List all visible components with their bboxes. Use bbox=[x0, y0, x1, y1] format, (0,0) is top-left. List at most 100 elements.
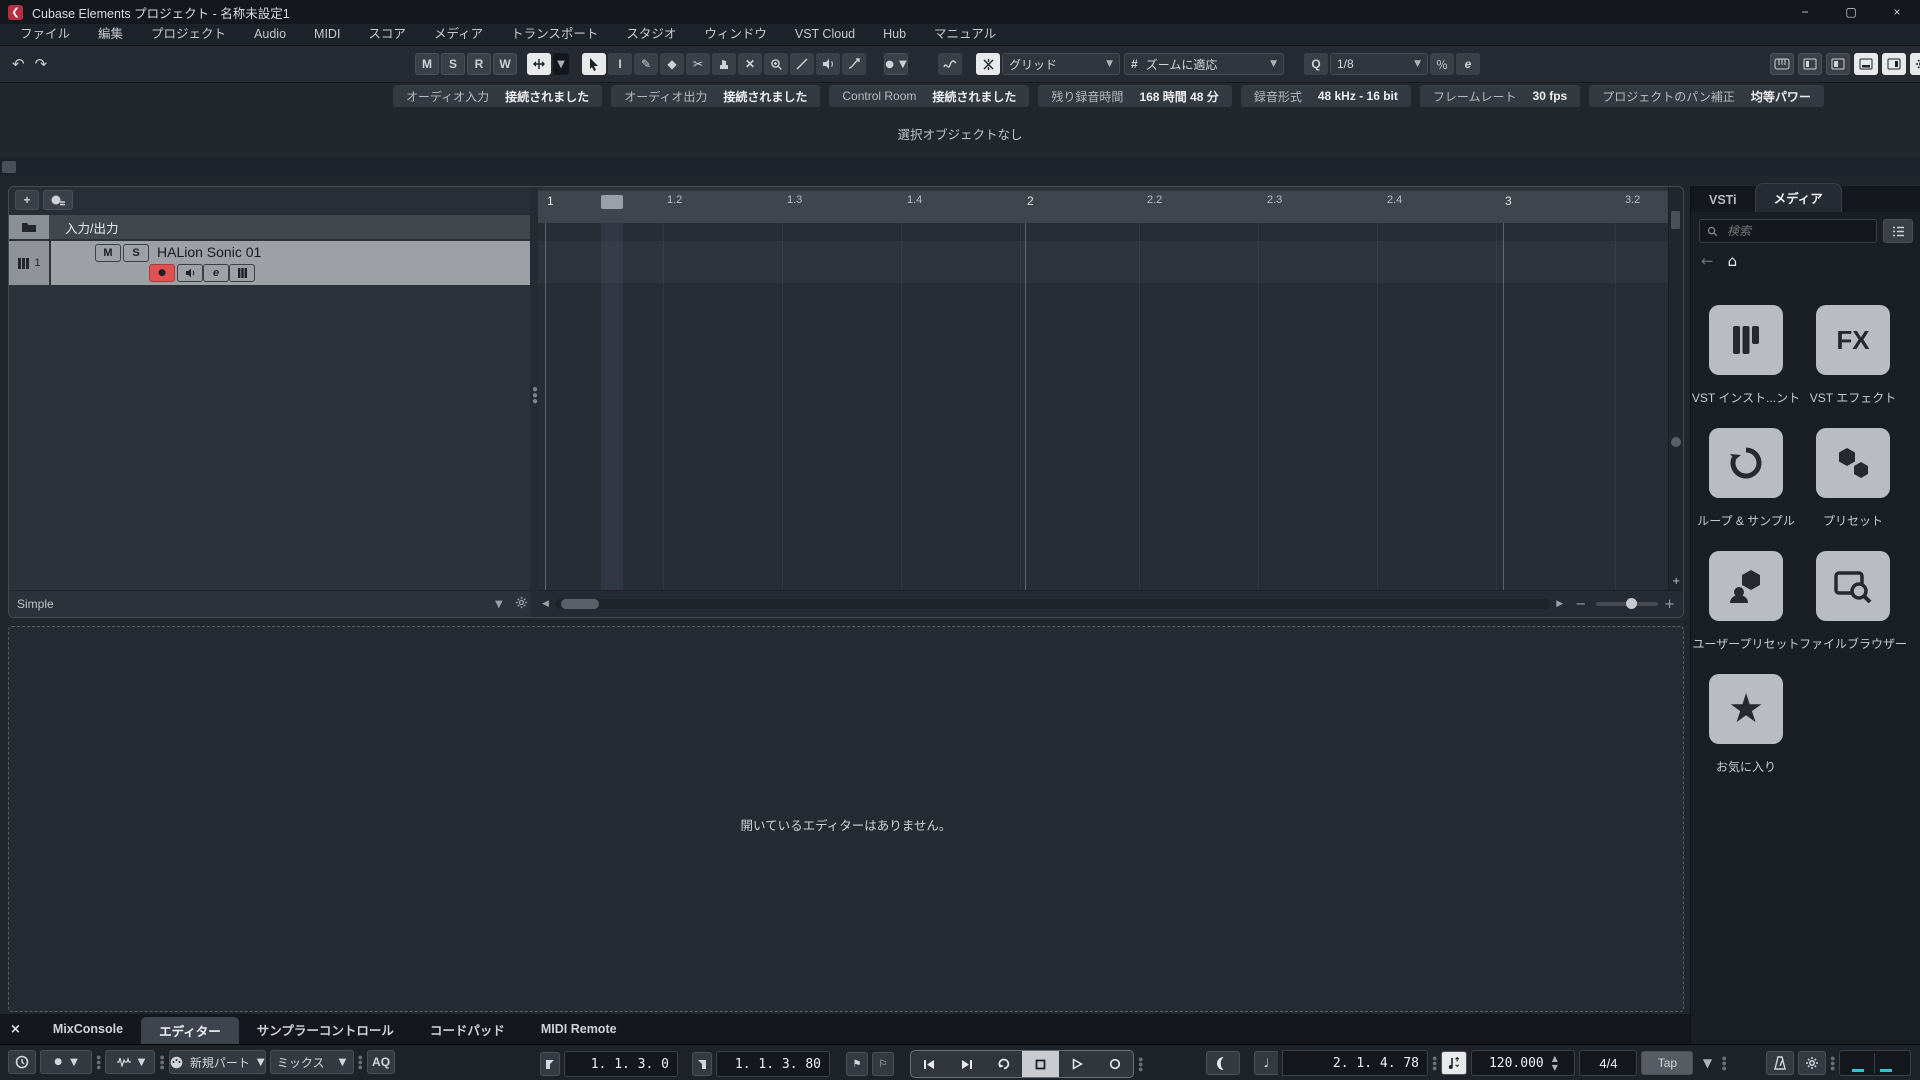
home-icon[interactable]: ⌂ bbox=[1728, 252, 1738, 270]
split-tool[interactable]: ✂ bbox=[686, 53, 710, 75]
scroll-left-icon[interactable]: ◀ bbox=[542, 599, 549, 609]
menu-hub[interactable]: Hub bbox=[869, 24, 920, 45]
track-solo-button[interactable]: S bbox=[123, 244, 149, 262]
monitor-button[interactable] bbox=[177, 264, 203, 282]
menu-audio[interactable]: Audio bbox=[240, 24, 300, 45]
menu-score[interactable]: スコア bbox=[354, 24, 420, 45]
iterative-quantize-icon[interactable]: ％ bbox=[1430, 53, 1454, 75]
media-search-input[interactable] bbox=[1725, 223, 1849, 239]
footer-caret-icon[interactable]: ▼ bbox=[495, 599, 503, 610]
primary-time-display[interactable]: 2. 1. 4. 78 bbox=[1282, 1050, 1428, 1076]
inspector-toggle-icon[interactable] bbox=[1826, 53, 1850, 75]
go-to-end-button[interactable] bbox=[948, 1051, 985, 1077]
menu-studio[interactable]: スタジオ bbox=[612, 24, 690, 45]
tab-media[interactable]: メディア bbox=[1754, 183, 1842, 212]
framerate-chip[interactable]: フレームレート 30 fps bbox=[1419, 85, 1581, 107]
draw-tool[interactable]: ✎ bbox=[634, 53, 658, 75]
quantize-panel-icon[interactable]: e bbox=[1456, 53, 1480, 75]
time-signature-field[interactable]: 4/4 bbox=[1579, 1050, 1638, 1076]
tab-vsti[interactable]: VSTi bbox=[1691, 189, 1755, 212]
constrain-delay-icon[interactable] bbox=[8, 1050, 36, 1074]
track-view-preset-label[interactable]: Simple bbox=[17, 597, 54, 611]
tempo-field[interactable]: 120.000 ▲ ▼ bbox=[1471, 1050, 1576, 1076]
left-locator-flag-icon[interactable] bbox=[540, 1052, 560, 1076]
left-zone-toggle-icon[interactable] bbox=[1798, 53, 1822, 75]
onscreen-keyboard-icon[interactable] bbox=[1770, 53, 1794, 75]
track-mute-button[interactable]: M bbox=[95, 244, 121, 262]
cycle-button[interactable] bbox=[985, 1051, 1022, 1077]
track-name[interactable]: HALion Sonic 01 bbox=[157, 244, 261, 260]
scroll-right-icon[interactable]: ▶ bbox=[1556, 599, 1563, 609]
tile-vst-instruments[interactable] bbox=[1709, 305, 1783, 375]
event-grid[interactable] bbox=[538, 223, 1669, 591]
timeline-ruler[interactable]: 1 1.2 1.3 1.4 2 2.2 2.3 2.4 3 3.2 bbox=[538, 191, 1669, 224]
vertical-scroll-handle[interactable] bbox=[1671, 211, 1680, 229]
transport-gear-icon[interactable] bbox=[1798, 1051, 1826, 1075]
record-mode-dropdown[interactable]: ● ▼ bbox=[40, 1050, 92, 1074]
project-cursor-handle[interactable] bbox=[601, 195, 623, 209]
mute-tool[interactable]: ✕ bbox=[738, 53, 762, 75]
play-tool[interactable] bbox=[816, 53, 840, 75]
menu-transport[interactable]: トランスポート bbox=[497, 24, 612, 45]
tempo-track-icon[interactable] bbox=[1441, 1051, 1468, 1075]
auto-quantize-button[interactable]: AQ bbox=[367, 1050, 396, 1074]
tile-presets[interactable] bbox=[1816, 428, 1890, 498]
primary-time-format-icon[interactable]: ♩ bbox=[1254, 1051, 1278, 1075]
right-zone-toggle-icon[interactable] bbox=[1882, 53, 1906, 75]
punch-out-icon[interactable]: ⚐ bbox=[872, 1052, 894, 1076]
write-automation-button[interactable]: W bbox=[493, 53, 517, 75]
close-button[interactable]: × bbox=[1874, 0, 1920, 24]
solo-all-button[interactable]: S bbox=[441, 53, 465, 75]
vertical-zoom-knob[interactable] bbox=[1671, 437, 1681, 447]
track-preset-button[interactable] bbox=[43, 190, 73, 210]
horizontal-scrollbar[interactable] bbox=[554, 599, 1551, 609]
punch-in-icon[interactable]: ⚑ bbox=[846, 1052, 868, 1076]
menu-edit[interactable]: 編集 bbox=[84, 24, 137, 45]
record-button[interactable] bbox=[1096, 1051, 1133, 1077]
menu-file[interactable]: ファイル bbox=[6, 24, 84, 45]
lower-zone-toggle-icon[interactable] bbox=[1854, 53, 1878, 75]
close-lower-zone-icon[interactable]: × bbox=[10, 1022, 21, 1037]
autoscroll-options-icon[interactable]: ▼ bbox=[553, 53, 569, 75]
zoom-tool[interactable] bbox=[764, 53, 788, 75]
tile-vst-effects[interactable]: FX bbox=[1816, 305, 1890, 375]
new-part-dropdown[interactable]: 新規パート ▼ bbox=[168, 1050, 266, 1074]
redo-icon[interactable]: ↷ bbox=[35, 55, 48, 73]
edit-channel-button[interactable]: e bbox=[203, 264, 229, 282]
menu-media[interactable]: メディア bbox=[420, 24, 497, 45]
menu-vst-cloud[interactable]: VST Cloud bbox=[781, 24, 869, 45]
read-automation-button[interactable]: R bbox=[467, 53, 491, 75]
color-tool[interactable]: ● ▼ bbox=[884, 53, 908, 75]
setup-toolbar-gear-icon[interactable] bbox=[1910, 53, 1920, 75]
play-button[interactable] bbox=[1059, 1051, 1096, 1077]
audio-record-mode-dropdown[interactable]: ▼ bbox=[105, 1050, 156, 1074]
range-selection-tool[interactable]: I bbox=[608, 53, 632, 75]
grid-type-dropdown[interactable]: # ズームに適応 ▼ bbox=[1124, 53, 1284, 75]
edit-instrument-button[interactable] bbox=[229, 264, 255, 282]
stop-button[interactable] bbox=[1022, 1051, 1059, 1077]
tile-loops-samples[interactable] bbox=[1709, 428, 1783, 498]
maximize-button[interactable]: ▢ bbox=[1828, 0, 1874, 24]
menu-midi[interactable]: MIDI bbox=[300, 24, 354, 45]
tab-chord-pads[interactable]: コードパッド bbox=[412, 1014, 523, 1045]
record-enable-button[interactable]: ● bbox=[149, 264, 175, 282]
tab-midi-remote[interactable]: MIDI Remote bbox=[523, 1016, 635, 1042]
track-list-splitter[interactable]: ● ● ● bbox=[530, 187, 538, 617]
tempo-options-caret-icon[interactable]: ▼ bbox=[1697, 1051, 1718, 1075]
autoscroll-icon[interactable] bbox=[527, 53, 551, 75]
add-track-button[interactable]: + bbox=[15, 190, 39, 210]
zoom-in-icon[interactable]: + bbox=[1664, 597, 1675, 612]
track-setup-gear-icon[interactable] bbox=[515, 596, 528, 612]
tile-favorites[interactable]: ★ bbox=[1709, 674, 1783, 744]
pan-law-chip[interactable]: プロジェクトのパン補正 均等パワー bbox=[1589, 85, 1824, 107]
go-to-start-button[interactable] bbox=[911, 1051, 948, 1077]
menu-window[interactable]: ウィンドウ bbox=[690, 24, 781, 45]
mute-all-button[interactable]: M bbox=[415, 53, 439, 75]
zoom-out-icon[interactable]: − bbox=[1575, 597, 1586, 612]
vertical-scrollbar[interactable]: + bbox=[1668, 187, 1683, 591]
tab-sampler-control[interactable]: サンプラーコントロール bbox=[239, 1014, 412, 1045]
undo-icon[interactable]: ↶ bbox=[12, 55, 25, 73]
auto-fade-curve-icon[interactable] bbox=[938, 53, 962, 75]
metronome-icon[interactable] bbox=[1766, 1051, 1794, 1075]
tile-user-presets[interactable] bbox=[1709, 551, 1783, 621]
